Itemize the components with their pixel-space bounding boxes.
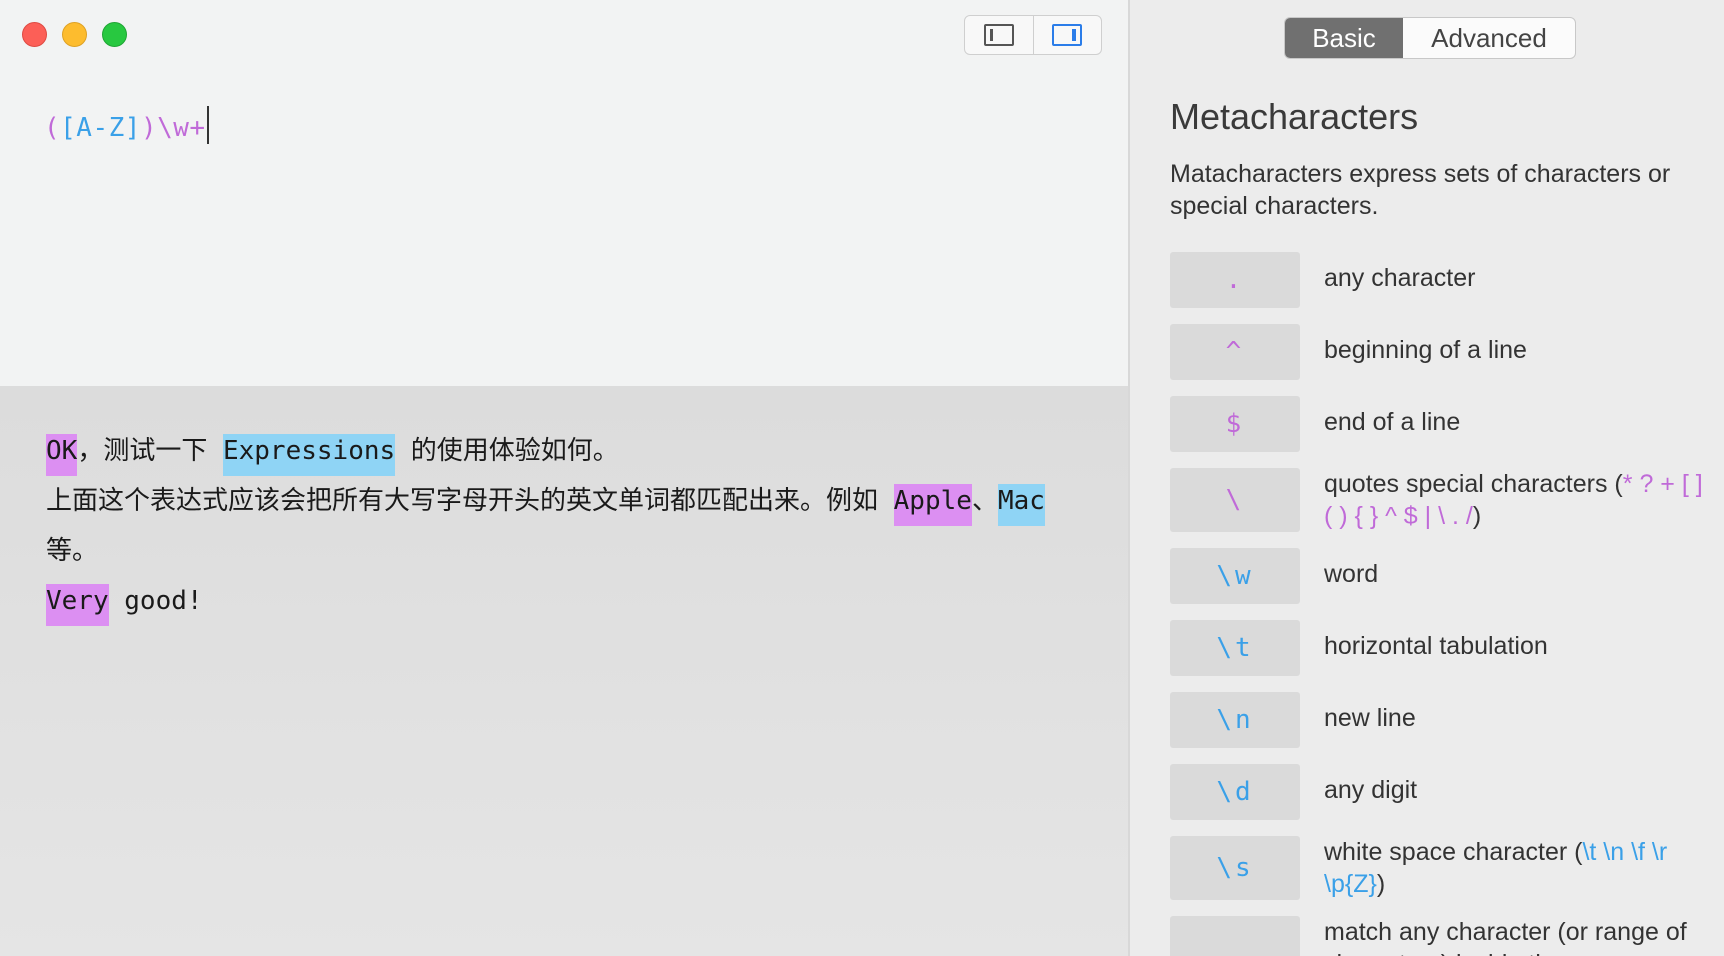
tab-advanced[interactable]: Advanced (1403, 18, 1575, 58)
metachar-description: new line (1324, 704, 1416, 732)
metachar-token[interactable]: \t (1170, 620, 1300, 676)
reference-mode-tabs: Basic Advanced (1284, 17, 1576, 59)
text-line: Very good! (46, 576, 1086, 626)
minimize-window-button[interactable] (62, 22, 87, 47)
text-segment: ，测试一下 (77, 436, 223, 466)
zoom-window-button[interactable] (102, 22, 127, 47)
reference-sidebar: Basic Advanced Metacharacters Matacharac… (1130, 0, 1724, 956)
metachar-description: word (1324, 560, 1379, 588)
right-sidebar-icon (1052, 24, 1083, 46)
metachar-description: beginning of a line (1324, 336, 1527, 364)
app-window: ([A-Z])\w+ OK，测试一下 Expressions 的使用体验如何。 … (0, 0, 1724, 956)
metachar-token[interactable]: \ (1170, 468, 1300, 532)
match-highlight: Mac (997, 484, 1045, 526)
metachar-description: end of a line (1324, 408, 1461, 436)
section-description: Matacharacters express sets of character… (1170, 160, 1671, 220)
text-segment: 、 (971, 486, 998, 516)
metachar-description: match any character (or range of charact… (1324, 918, 1687, 956)
text-line: OK，测试一下 Expressions 的使用体验如何。 (46, 426, 1086, 476)
view-toggle-group (964, 15, 1102, 55)
text-segment: 上面这个表达式应该会把所有大写字母开头的英文单词都匹配出来。例如 (46, 486, 894, 516)
description-text: ) (1472, 502, 1482, 530)
metachar-description: horizontal tabulation (1324, 632, 1548, 660)
metachar-token[interactable]: \n (1170, 692, 1300, 748)
toggle-right-panel-button[interactable] (1032, 16, 1102, 54)
regex-input[interactable]: ([A-Z])\w+ (44, 106, 209, 144)
left-pane: ([A-Z])\w+ OK，测试一下 Expressions 的使用体验如何。 … (0, 0, 1128, 956)
text-line: 等。 (46, 526, 1086, 576)
text-segment: 等。 (46, 536, 99, 566)
metachar-token[interactable]: \d (1170, 764, 1300, 820)
regex-editor[interactable]: ([A-Z])\w+ (0, 0, 1128, 386)
test-text[interactable]: OK，测试一下 Expressions 的使用体验如何。 上面这个表达式应该会把… (46, 426, 1086, 626)
metachar-token[interactable]: $ (1170, 396, 1300, 452)
description-text: white space character ( (1324, 838, 1583, 866)
metachar-description: quotes special characters (* ? + [ ] ( )… (1324, 468, 1704, 532)
traffic-lights (22, 22, 127, 47)
text-caret (206, 106, 209, 144)
regex-group-open: ( (44, 113, 61, 143)
description-text: ) (1376, 870, 1386, 898)
metachar-description: any character (1324, 264, 1476, 292)
regex-char-class: [A-Z] (60, 113, 141, 143)
match-highlight: Very (46, 584, 109, 626)
close-window-button[interactable] (22, 22, 47, 47)
regex-word-quantifier: \w+ (157, 113, 206, 143)
metachar-description: white space character (\t \n \f \r \p{Z}… (1324, 836, 1704, 900)
tab-basic[interactable]: Basic (1285, 18, 1403, 58)
metachar-token[interactable] (1170, 916, 1300, 956)
toggle-left-panel-button[interactable] (965, 16, 1033, 54)
description-text: quotes special characters ( (1324, 470, 1623, 498)
match-highlight: Apple (893, 484, 972, 526)
section-title: Metacharacters (1170, 96, 1419, 137)
metachar-token[interactable]: . (1170, 252, 1300, 308)
metachar-token[interactable]: \w (1170, 548, 1300, 604)
match-highlight: Expressions (222, 434, 396, 476)
match-highlight: OK (46, 434, 78, 476)
text-segment: good! (108, 586, 203, 616)
metachar-description: any digit (1324, 776, 1418, 804)
regex-group-close: ) (140, 113, 158, 143)
text-segment: 的使用体验如何。 (395, 436, 619, 466)
metachar-token[interactable]: ^ (1170, 324, 1300, 380)
metachar-token[interactable]: \s (1170, 836, 1300, 900)
left-sidebar-icon (983, 24, 1014, 46)
text-line: 上面这个表达式应该会把所有大写字母开头的英文单词都匹配出来。例如 Apple、M… (46, 476, 1086, 526)
